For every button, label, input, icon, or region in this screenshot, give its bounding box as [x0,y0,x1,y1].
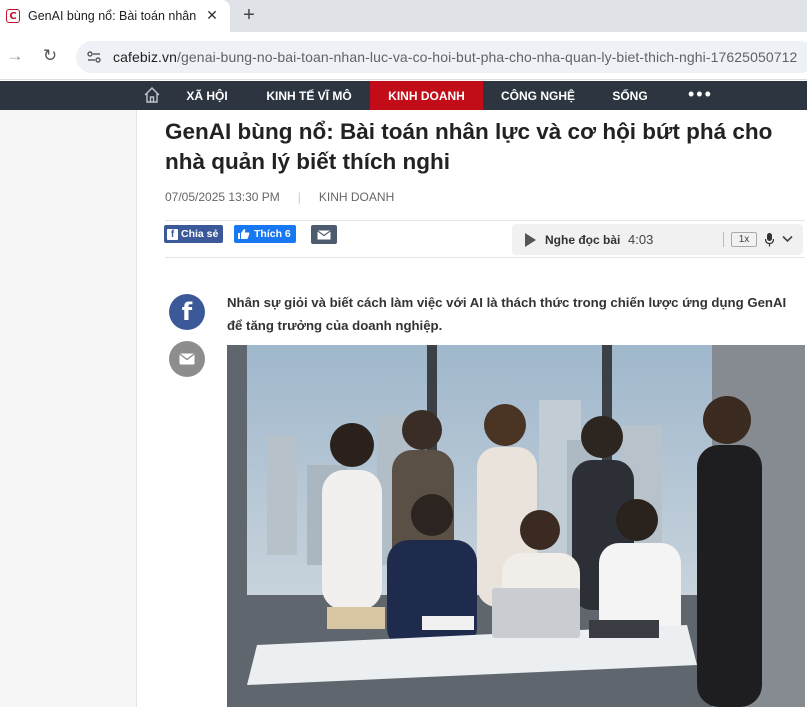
home-icon[interactable] [143,86,161,104]
nav-item-kinh-te-vi-mo[interactable]: KINH TẾ VĨ MÔ [258,81,360,110]
mail-icon [179,353,195,365]
fb-share-button[interactable]: f Chia sẻ [164,225,224,243]
audio-duration: 4:03 [628,232,654,247]
nav-item-kinh-doanh[interactable]: KINH DOANH [370,81,483,110]
article-meta: 07/05/2025 13:30 PM | KINH DOANH [165,190,394,204]
audio-separator [723,232,724,247]
left-rail [0,110,137,707]
site-nav: XÃ HỘI KINH TẾ VĨ MÔ KINH DOANH CÔNG NGH… [0,81,807,110]
fb-like-button[interactable]: Thích 6 [234,225,296,243]
article-category[interactable]: KINH DOANH [319,190,394,204]
meta-separator: | [297,190,301,204]
site-favicon-icon: C [6,9,20,23]
nav-item-song[interactable]: SỐNG [603,81,657,110]
browser-tab[interactable]: C GenAI bùng nổ: Bài toán nhân l ✕ [0,0,230,32]
fb-like-label: Thích 6 [254,228,291,240]
article-title: GenAI bùng nổ: Bài toán nhân lực và cơ h… [165,119,773,174]
audio-label: Nghe đọc bài [545,233,621,247]
facebook-share-circle[interactable]: f [169,294,205,330]
thumbs-up-icon [238,229,250,239]
article-photo[interactable] [227,345,805,707]
new-tab-icon[interactable]: + [238,4,260,26]
play-icon[interactable] [525,233,536,247]
url-path: /genai-bung-no-bai-toan-nhan-luc-va-co-h… [177,49,798,65]
chevron-down-icon[interactable] [782,233,793,244]
reload-icon[interactable]: ↻ [39,45,61,67]
nav-more-icon[interactable]: ••• [688,81,713,110]
email-share-button[interactable] [311,225,337,244]
facebook-icon: f [181,298,193,326]
site-info-icon[interactable] [86,49,102,65]
facebook-icon: f [167,228,178,240]
tab-close-icon[interactable]: ✕ [204,7,220,23]
email-share-circle[interactable] [169,341,205,377]
url-text[interactable]: cafebiz.vn/genai-bung-no-bai-toan-nhan-l… [113,49,797,65]
nav-item-xa-hoi[interactable]: XÃ HỘI [176,81,238,110]
fb-share-label: Chia sẻ [181,228,219,240]
address-bar: → ↻ cafebiz.vn/genai-bung-no-bai-toan-nh… [0,32,807,80]
divider-bottom [165,257,805,258]
mic-icon[interactable] [765,233,774,247]
back-arrow-icon[interactable]: → [4,45,26,67]
omnibox[interactable]: cafebiz.vn/genai-bung-no-bai-toan-nhan-l… [76,41,807,73]
mail-icon [317,229,331,239]
divider-top [165,220,805,221]
article-datetime: 07/05/2025 13:30 PM [165,190,280,204]
audio-player: Nghe đọc bài 4:03 1x [512,224,803,255]
nav-item-cong-nghe[interactable]: CÔNG NGHỆ [495,81,581,110]
article-sapo: Nhân sự giỏi và biết cách làm việc với A… [227,295,787,333]
url-host: cafebiz.vn [113,49,178,65]
tab-title: GenAI bùng nổ: Bài toán nhân l [28,9,198,23]
browser-tabstrip: C GenAI bùng nổ: Bài toán nhân l ✕ + [0,0,807,32]
speed-button[interactable]: 1x [731,232,757,247]
team-photo-illustration [227,345,805,707]
